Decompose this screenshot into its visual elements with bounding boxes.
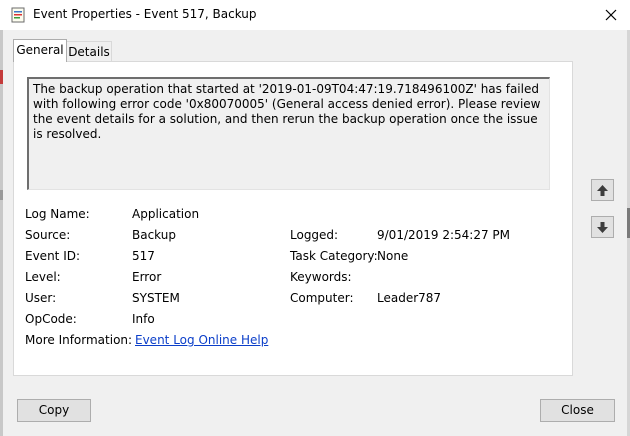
tab-details[interactable]: Details (66, 41, 112, 62)
level-value: Error (132, 270, 162, 284)
log-name-label: Log Name: (25, 207, 90, 221)
close-window-button[interactable] (596, 2, 626, 28)
log-name-value: Application (132, 207, 200, 221)
source-label: Source: (25, 228, 71, 242)
copy-button[interactable]: Copy (17, 399, 91, 422)
event-description: The backup operation that started at '20… (33, 82, 541, 141)
event-log-online-help-link[interactable]: Event Log Online Help (135, 333, 268, 347)
task-category-value: None (377, 249, 409, 263)
user-value: SYSTEM (132, 291, 180, 305)
opcode-value: Info (132, 312, 155, 326)
computer-label: Computer: (290, 291, 354, 305)
level-label: Level: (25, 270, 61, 284)
description-box[interactable]: The backup operation that started at '20… (27, 77, 550, 190)
window-title: Event Properties - Event 517, Backup (33, 7, 257, 21)
previous-event-button[interactable] (591, 179, 614, 201)
close-button[interactable]: Close (540, 399, 615, 422)
more-information-label: More Information: (25, 333, 133, 347)
arrow-up-icon (597, 184, 608, 196)
event-id-value: 517 (132, 249, 155, 263)
computer-value: Leader787 (377, 291, 442, 305)
source-value: Backup (132, 228, 176, 242)
task-category-label: Task Category: (290, 249, 378, 263)
logged-label: Logged: (290, 228, 339, 242)
event-properties-icon (11, 7, 25, 23)
user-label: User: (25, 291, 57, 305)
opcode-label: OpCode: (25, 312, 77, 326)
tab-general[interactable]: General (13, 39, 67, 62)
close-icon (605, 9, 617, 21)
title-bar: Event Properties - Event 517, Backup (0, 0, 630, 30)
event-id-label: Event ID: (25, 249, 81, 263)
background-window-edge-left (0, 30, 3, 436)
logged-value: 9/01/2019 2:54:27 PM (377, 228, 511, 242)
arrow-down-icon (597, 221, 608, 233)
keywords-label: Keywords: (290, 270, 352, 284)
next-event-button[interactable] (591, 216, 614, 238)
